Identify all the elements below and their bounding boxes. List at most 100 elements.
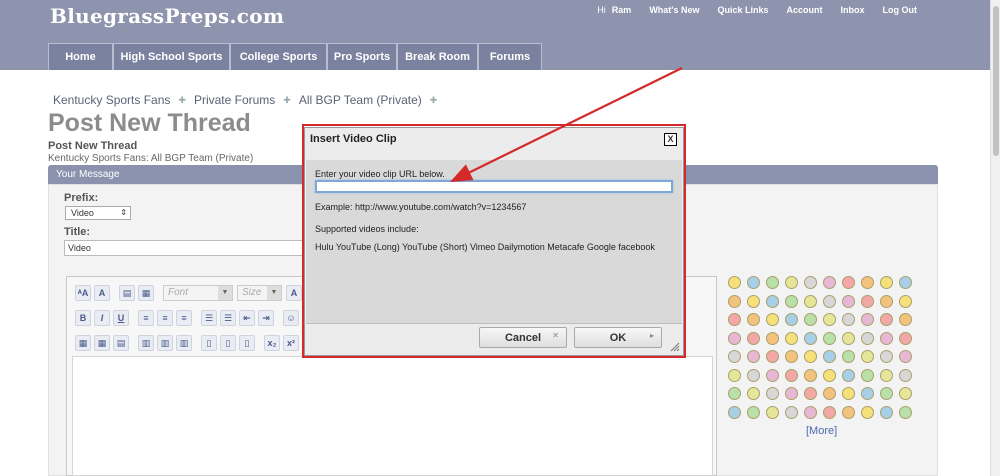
breadcrumb-all-bgp-team[interactable]: All BGP Team (Private) [299, 93, 422, 108]
page-scrollbar[interactable] [990, 0, 1000, 476]
smilie-icon[interactable] [823, 350, 836, 363]
tab-home[interactable]: Home [48, 43, 113, 70]
tab-forums[interactable]: Forums [478, 43, 542, 70]
smilie-icon[interactable] [804, 294, 817, 308]
superscript-icon[interactable]: x² [283, 335, 299, 351]
smilie-icon[interactable] [728, 276, 741, 289]
unordered-list-icon[interactable]: ☰ [220, 310, 236, 326]
smilie-icon[interactable] [766, 276, 779, 289]
smilie-icon[interactable] [861, 313, 874, 326]
smilie-icon[interactable] [823, 387, 836, 400]
italic-button[interactable]: I [94, 310, 110, 326]
smilie-icon[interactable] [880, 331, 893, 345]
smilie-icon[interactable] [823, 331, 836, 345]
insert-col-left-icon[interactable]: ▯ [201, 335, 217, 351]
smilie-icon[interactable] [842, 350, 855, 363]
smilie-icon[interactable] [766, 331, 779, 345]
smilie-icon[interactable] [823, 294, 836, 308]
inbox-link[interactable]: Inbox [841, 5, 865, 15]
smilie-icon[interactable] [899, 350, 912, 363]
smilie-icon[interactable] [823, 368, 836, 382]
smilie-icon[interactable] [785, 368, 798, 382]
account-link[interactable]: Account [787, 5, 823, 15]
smilie-icon[interactable] [747, 350, 760, 363]
smilie-icon[interactable] [804, 331, 817, 345]
tab-break-room[interactable]: Break Room [397, 43, 478, 70]
editor-text-area[interactable] [72, 356, 713, 476]
insert-row-below-icon[interactable]: ▥ [157, 335, 173, 351]
smilie-icon[interactable] [880, 276, 893, 289]
size-select[interactable]: Size ▼ [237, 285, 282, 301]
smilie-icon[interactable] [728, 350, 741, 363]
switch-mode-icon[interactable]: A [94, 285, 110, 301]
delete-col-icon[interactable]: ▯ [239, 335, 255, 351]
smilie-icon[interactable] [804, 405, 817, 419]
smilie-icon[interactable] [785, 387, 798, 400]
smilie-icon[interactable] [842, 387, 855, 400]
delete-row-icon[interactable]: ▥ [176, 335, 192, 351]
paste-icon[interactable]: ▤ [119, 285, 135, 301]
align-left-icon[interactable]: ≡ [138, 310, 154, 326]
scrollbar-thumb[interactable] [993, 6, 999, 156]
smilie-icon[interactable] [747, 313, 760, 326]
prefix-select[interactable]: Video ⇕ [65, 206, 131, 220]
table-props-icon[interactable]: ▦ [94, 335, 110, 351]
smilie-icon[interactable] [766, 313, 779, 326]
smilie-icon[interactable] [747, 368, 760, 382]
smilie-icon[interactable] [728, 368, 741, 382]
smilie-icon[interactable] [804, 387, 817, 400]
breadcrumb-kentucky-sports-fans[interactable]: Kentucky Sports Fans [53, 93, 170, 108]
smilie-icon[interactable] [842, 276, 855, 289]
smilie-icon[interactable] [842, 405, 855, 419]
breadcrumb-private-forums[interactable]: Private Forums [194, 93, 275, 108]
smilie-icon[interactable] [728, 331, 741, 345]
ordered-list-icon[interactable]: ☰ [201, 310, 217, 326]
smilie-icon[interactable] [804, 276, 817, 289]
title-input[interactable]: Video [64, 240, 314, 256]
smilie-icon[interactable] [728, 405, 741, 419]
smilie-icon[interactable] [823, 405, 836, 419]
smilie-icon[interactable] [861, 368, 874, 382]
smilie-icon[interactable] [804, 368, 817, 382]
smilie-icon[interactable] [766, 387, 779, 400]
smilie-icon[interactable] [766, 294, 779, 308]
indent-icon[interactable]: ⇥ [258, 310, 274, 326]
smilie-icon[interactable] [861, 405, 874, 419]
smilie-icon[interactable] [899, 387, 912, 400]
smilie-icon[interactable] [899, 313, 912, 326]
smilie-icon[interactable] [785, 331, 798, 345]
smilie-icon[interactable] [842, 313, 855, 326]
paste-text-icon[interactable]: ▦ [138, 285, 154, 301]
smilie-icon[interactable] [747, 276, 760, 289]
smilie-icon[interactable] [880, 313, 893, 326]
smilie-icon[interactable] [899, 368, 912, 382]
smilie-icon[interactable]: ☺ [283, 310, 299, 326]
smilie-icon[interactable] [747, 294, 760, 308]
smilie-icon[interactable] [728, 387, 741, 400]
smilie-icon[interactable] [804, 313, 817, 326]
smilie-icon[interactable] [804, 350, 817, 363]
smilie-icon[interactable] [861, 387, 874, 400]
smilie-icon[interactable] [880, 405, 893, 419]
smilie-icon[interactable] [899, 294, 912, 308]
smilie-icon[interactable] [785, 313, 798, 326]
smilie-icon[interactable] [861, 331, 874, 345]
insert-col-right-icon[interactable]: ▯ [220, 335, 236, 351]
smilie-icon[interactable] [747, 331, 760, 345]
smilie-icon[interactable] [880, 368, 893, 382]
smilie-icon[interactable] [823, 276, 836, 289]
smilie-icon[interactable] [785, 350, 798, 363]
smilie-icon[interactable] [880, 350, 893, 363]
insert-row-above-icon[interactable]: ▥ [138, 335, 154, 351]
smilie-icon[interactable] [842, 331, 855, 345]
outdent-icon[interactable]: ⇤ [239, 310, 255, 326]
smilie-icon[interactable] [899, 331, 912, 345]
quick-links-link[interactable]: Quick Links [717, 5, 768, 15]
subscript-icon[interactable]: x₂ [264, 335, 280, 351]
smilie-icon[interactable] [899, 405, 912, 419]
smilie-icon[interactable] [785, 405, 798, 419]
smilie-icon[interactable] [728, 294, 741, 308]
tab-high-school-sports[interactable]: High School Sports [113, 43, 230, 70]
smilie-icon[interactable] [861, 350, 874, 363]
smilie-icon[interactable] [728, 313, 741, 326]
